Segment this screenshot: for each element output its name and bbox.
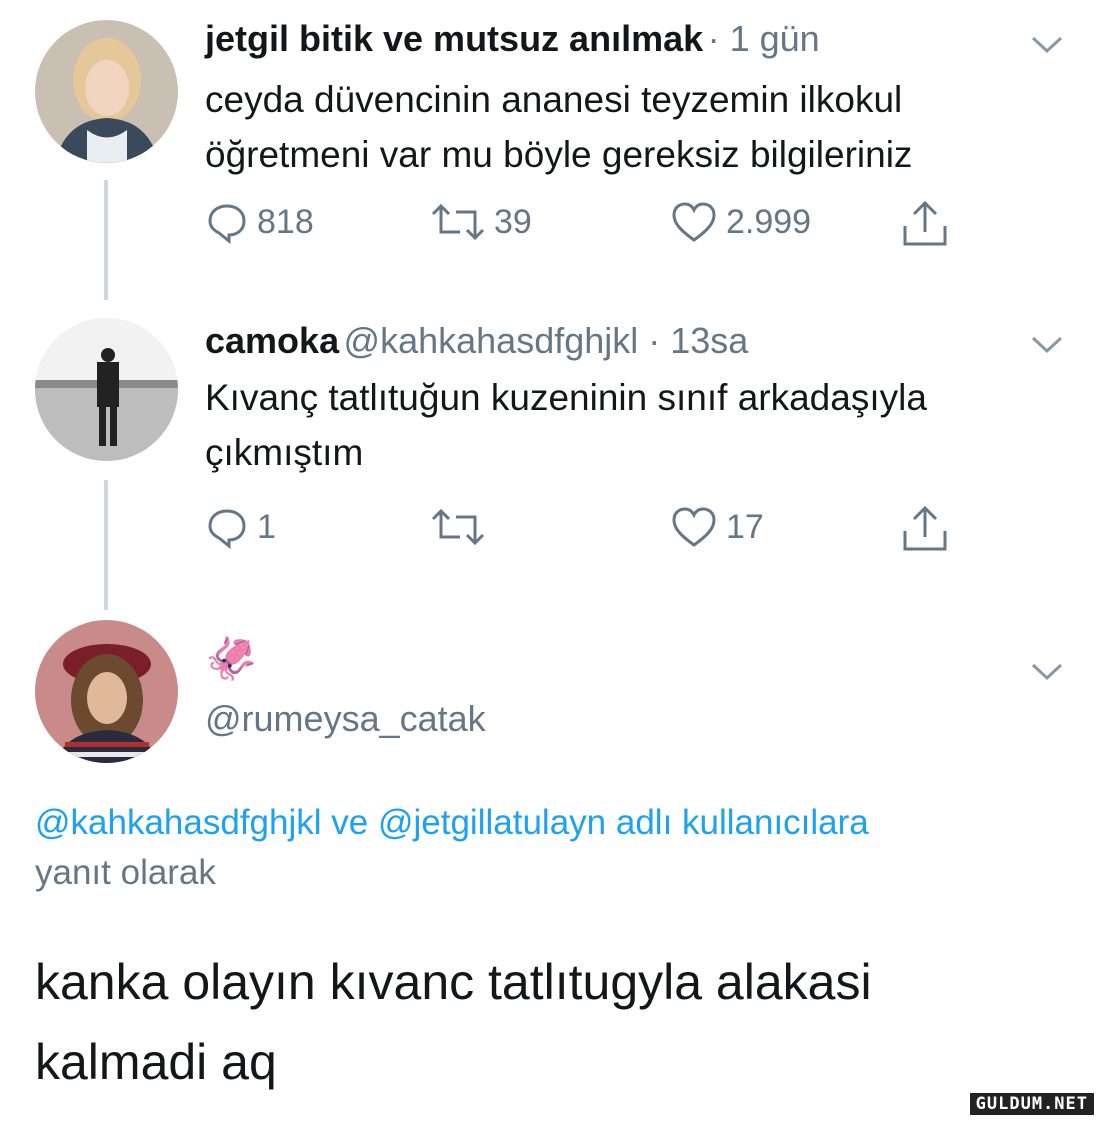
avatar-photo-icon [35,318,178,461]
reply-count: 1 [257,507,276,546]
main-tweet-text: kanka olayın kıvanc tatlıtugyla alakasi … [35,942,872,1102]
retweet-icon [431,508,485,546]
avatar-photo-icon [35,20,178,163]
reply-context-line: yanıt olarak [35,853,216,892]
display-name[interactable]: jetgil bitik ve mutsuz anılmak [205,18,703,59]
thread-connector [104,180,108,300]
thread-connector [104,480,108,610]
like-count: 2.999 [726,202,812,241]
tweet-text-line: Kıvanç tatlıtuğun kuzeninin sınıf arkada… [205,377,927,418]
mention-link[interactable]: @kahkahasdfghjkl [35,803,322,842]
reply-icon [208,509,246,549]
share-icon [903,200,947,246]
tweet-text-line: ceyda düvencinin ananesi teyzemin ilkoku… [205,79,903,120]
retweet-icon [431,203,485,241]
tweet-text-line: kanka olayın kıvanc tatlıtugyla alakasi [35,954,872,1010]
tweet-text-line: öğretmeni var mu böyle gereksiz bilgiler… [205,134,913,175]
tweet-text-line: çıkmıştım [205,432,364,473]
reply-icon [208,204,246,244]
watermark: GULDUM.NET [969,1093,1094,1115]
retweet-button[interactable]: 39 [430,200,532,244]
like-icon [672,507,716,547]
avatar[interactable] [35,318,178,461]
user-handle[interactable]: @rumeysa_catak [205,698,486,740]
chevron-down-icon[interactable] [1030,35,1064,55]
reply-context: @kahkahasdfghjkl ve @jetgillatulayn adlı… [35,798,869,898]
avatar-photo-icon [35,620,178,763]
tweet-text-line: kalmadi aq [35,1034,277,1090]
avatar[interactable] [35,20,178,163]
reply-button[interactable]: 1 [205,505,276,549]
mention-link[interactable]: @jetgillatulayn [378,803,606,842]
avatar[interactable] [35,620,178,763]
display-name-emoji[interactable]: 🦑 [205,635,257,684]
reply-suffix: adlı kullanıcılara [615,803,869,842]
like-count: 17 [726,507,764,546]
share-button[interactable] [900,505,958,553]
retweet-count: 39 [494,202,532,241]
reply-count: 818 [257,202,314,241]
share-button[interactable] [900,200,958,248]
reply-button[interactable]: 818 [205,200,314,244]
tweet-meta: @kahkahasdfghjkl · 13sa [343,320,749,361]
like-icon [672,202,716,242]
reply-conjunction: ve [331,803,369,842]
retweet-button[interactable] [430,505,494,549]
like-button[interactable]: 2.999 [670,200,811,244]
chevron-down-icon[interactable] [1030,662,1064,682]
display-name[interactable]: camoka [205,320,339,361]
like-button[interactable]: 17 [670,505,764,549]
share-icon [903,505,947,551]
tweet-meta: · 1 gün [707,18,820,59]
chevron-down-icon[interactable] [1030,335,1064,355]
